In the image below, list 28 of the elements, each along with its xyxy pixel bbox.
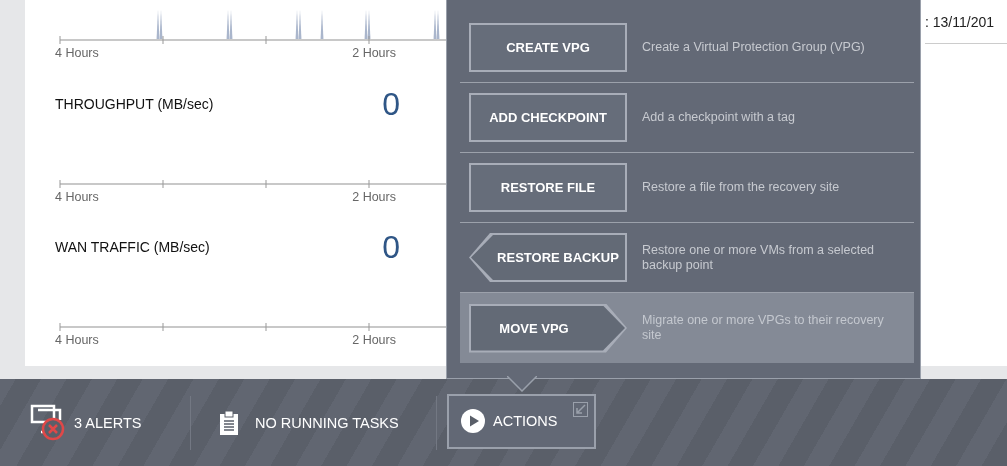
axis-label: 2 Hours [352,333,396,347]
actions-button[interactable]: ACTIONS [447,393,596,449]
action-description: Restore a file from the recovery site [642,180,841,195]
action-button[interactable]: CREATE VPG [469,23,627,72]
chart-title: THROUGHPUT (MB/sec) [55,96,214,112]
action-button[interactable]: RESTORE BACKUP [469,233,627,282]
chart-title: WAN TRAFFIC (MB/sec) [55,239,210,255]
action-description: Create a Virtual Protection Group (VPG) [642,40,866,55]
axis-label: 4 Hours [55,333,99,347]
alerts-count[interactable]: 3 ALERTS [74,414,142,431]
action-button[interactable]: MOVE VPG [469,303,627,353]
action-description: Restore one or more VMs from a selected backup point [642,242,876,273]
axis-label: 4 Hours [55,46,99,60]
action-description: Migrate one or more VPGs to their recovery site [642,313,885,343]
chart-value: 0 [382,231,400,263]
play-icon [461,409,485,433]
action-button[interactable]: RESTORE FILE [469,163,627,212]
axis-label: 2 Hours [352,190,396,204]
chart-value: 0 [382,88,400,120]
action-row[interactable]: MOVE VPG Migrate one or more VPGs to their recovery site [460,293,914,363]
action-description: Add a checkpoint with a tag [642,110,796,125]
running-tasks-status: NO RUNNING TASKS [255,414,399,431]
action-button[interactable]: ADD CHECKPOINT [469,93,627,142]
axis-label: 4 Hours [55,190,99,204]
clipboard-icon [219,409,239,436]
expand-icon[interactable] [573,401,588,417]
date-text: : 13/11/201 [925,13,995,30]
axis-label: 2 Hours [352,46,396,60]
